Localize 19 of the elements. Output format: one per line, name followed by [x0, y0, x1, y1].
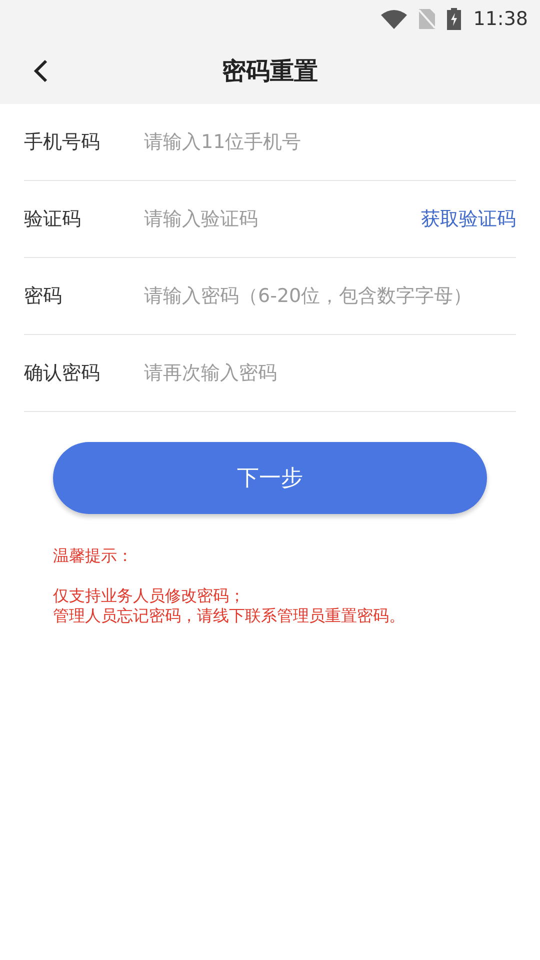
field-label: 验证码: [24, 207, 82, 232]
notice-text: 管理人员忘记密码，请线下联系管理员重置密码。: [53, 606, 406, 626]
back-icon[interactable]: [34, 59, 48, 83]
status-time: 11:38: [473, 8, 528, 30]
notice-text: 仅支持业务人员修改密码；: [53, 586, 246, 606]
no-sim-icon: [419, 9, 436, 29]
wifi-icon: [381, 9, 408, 29]
field-label: 密码: [24, 284, 63, 309]
input-field[interactable]: 请输入验证码: [144, 199, 421, 239]
notice-title: 温馨提示：: [53, 546, 134, 566]
battery-icon: [447, 8, 462, 30]
input-field[interactable]: 请输入11位手机号: [144, 122, 516, 162]
input-field[interactable]: 请再次输入密码: [144, 353, 516, 393]
get-code-link[interactable]: 获取验证码: [421, 206, 516, 232]
field-label: 确认密码: [24, 361, 101, 386]
page-title: 密码重置: [222, 56, 318, 87]
input-field[interactable]: 请输入密码（6-20位，包含数字字母）: [144, 276, 516, 316]
next-button[interactable]: 下一步: [53, 442, 487, 514]
field-label: 手机号码: [24, 130, 101, 155]
